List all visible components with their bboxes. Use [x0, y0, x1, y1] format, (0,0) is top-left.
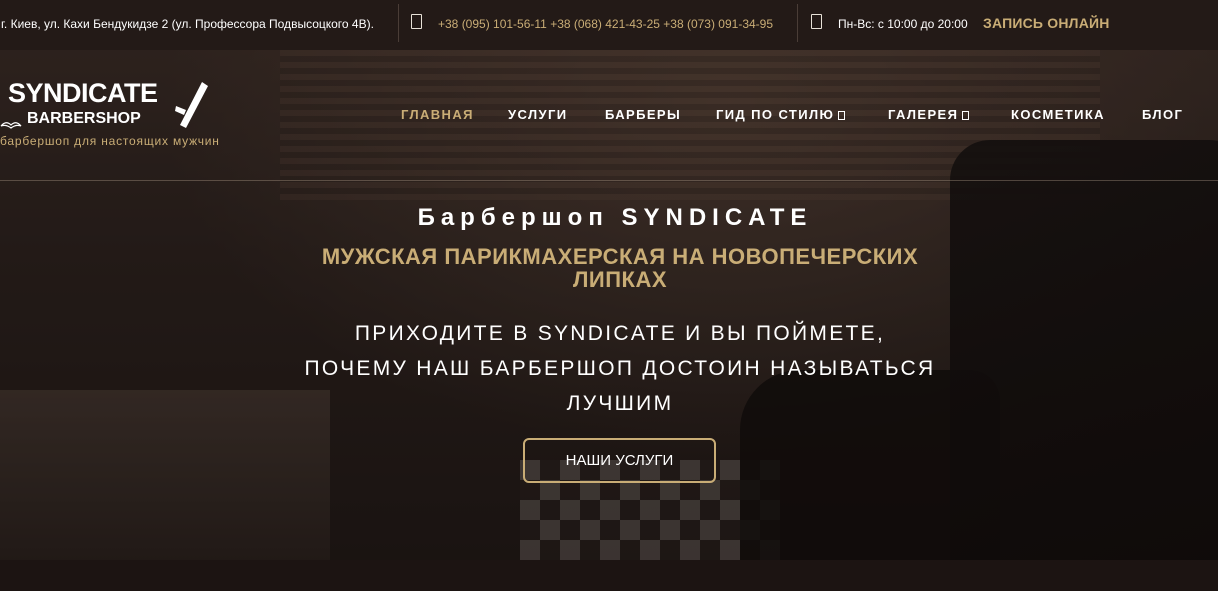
hero-subtitle: МУЖСКАЯ ПАРИКМАХЕРСКАЯ НА НОВОПЕЧЕРСКИХ …: [321, 244, 919, 292]
logo-title: SYNDICATE: [8, 78, 158, 108]
chevron-down-icon: [838, 111, 846, 121]
nav-item-blog[interactable]: БЛОГ: [1142, 107, 1183, 122]
nav-item-home[interactable]: ГЛАВНАЯ: [401, 107, 474, 122]
divider: [398, 4, 399, 42]
divider: [797, 4, 798, 42]
our-services-button[interactable]: НАШИ УСЛУГИ: [523, 438, 716, 483]
header-divider: [0, 180, 1218, 181]
nav-item-cosmetics[interactable]: КОСМЕТИКА: [1011, 107, 1105, 122]
page-bottom: [0, 560, 1218, 591]
clock-icon: [811, 14, 822, 29]
nav-item-label: ГИД ПО СТИЛЮ: [716, 107, 835, 122]
hero-title: Барбершоп SYNDICATE: [417, 204, 813, 231]
working-hours: Пн-Вс: с 10:00 до 20:00: [838, 17, 968, 31]
online-booking-link[interactable]: ЗАПИСЬ ОНЛАЙН: [983, 15, 1110, 31]
chevron-down-icon: [962, 111, 970, 121]
nav-item-style-guide[interactable]: ГИД ПО СТИЛЮ: [716, 107, 846, 122]
nav-item-gallery[interactable]: ГАЛЕРЕЯ: [888, 107, 970, 122]
nav-item-services[interactable]: УСЛУГИ: [508, 107, 567, 122]
hero-text: ПРИХОДИТЕ В SYNDICATE И ВЫ ПОЙМЕТЕ, ПОЧЕ…: [304, 322, 936, 415]
main-nav: ГЛАВНАЯ УСЛУГИ БАРБЕРЫ ГИД ПО СТИЛЮ ГАЛЕ…: [0, 107, 1218, 127]
address-text: г. Киев, ул. Кахи Бендукидзе 2 (ул. Проф…: [1, 17, 374, 31]
nav-item-label: ГАЛЕРЕЯ: [888, 107, 959, 122]
phone-icon: [411, 14, 422, 29]
phone-numbers[interactable]: +38 (095) 101-56-11 +38 (068) 421-43-25 …: [438, 17, 773, 31]
logo-tagline: барбершоп для настоящих мужчин: [0, 134, 220, 148]
nav-item-barbers[interactable]: БАРБЕРЫ: [605, 107, 681, 122]
top-info-bar: г. Киев, ул. Кахи Бендукидзе 2 (ул. Проф…: [0, 0, 1218, 50]
hero-section: SYNDICATE BARBERSHOP барбершоп для насто…: [0, 50, 1218, 560]
